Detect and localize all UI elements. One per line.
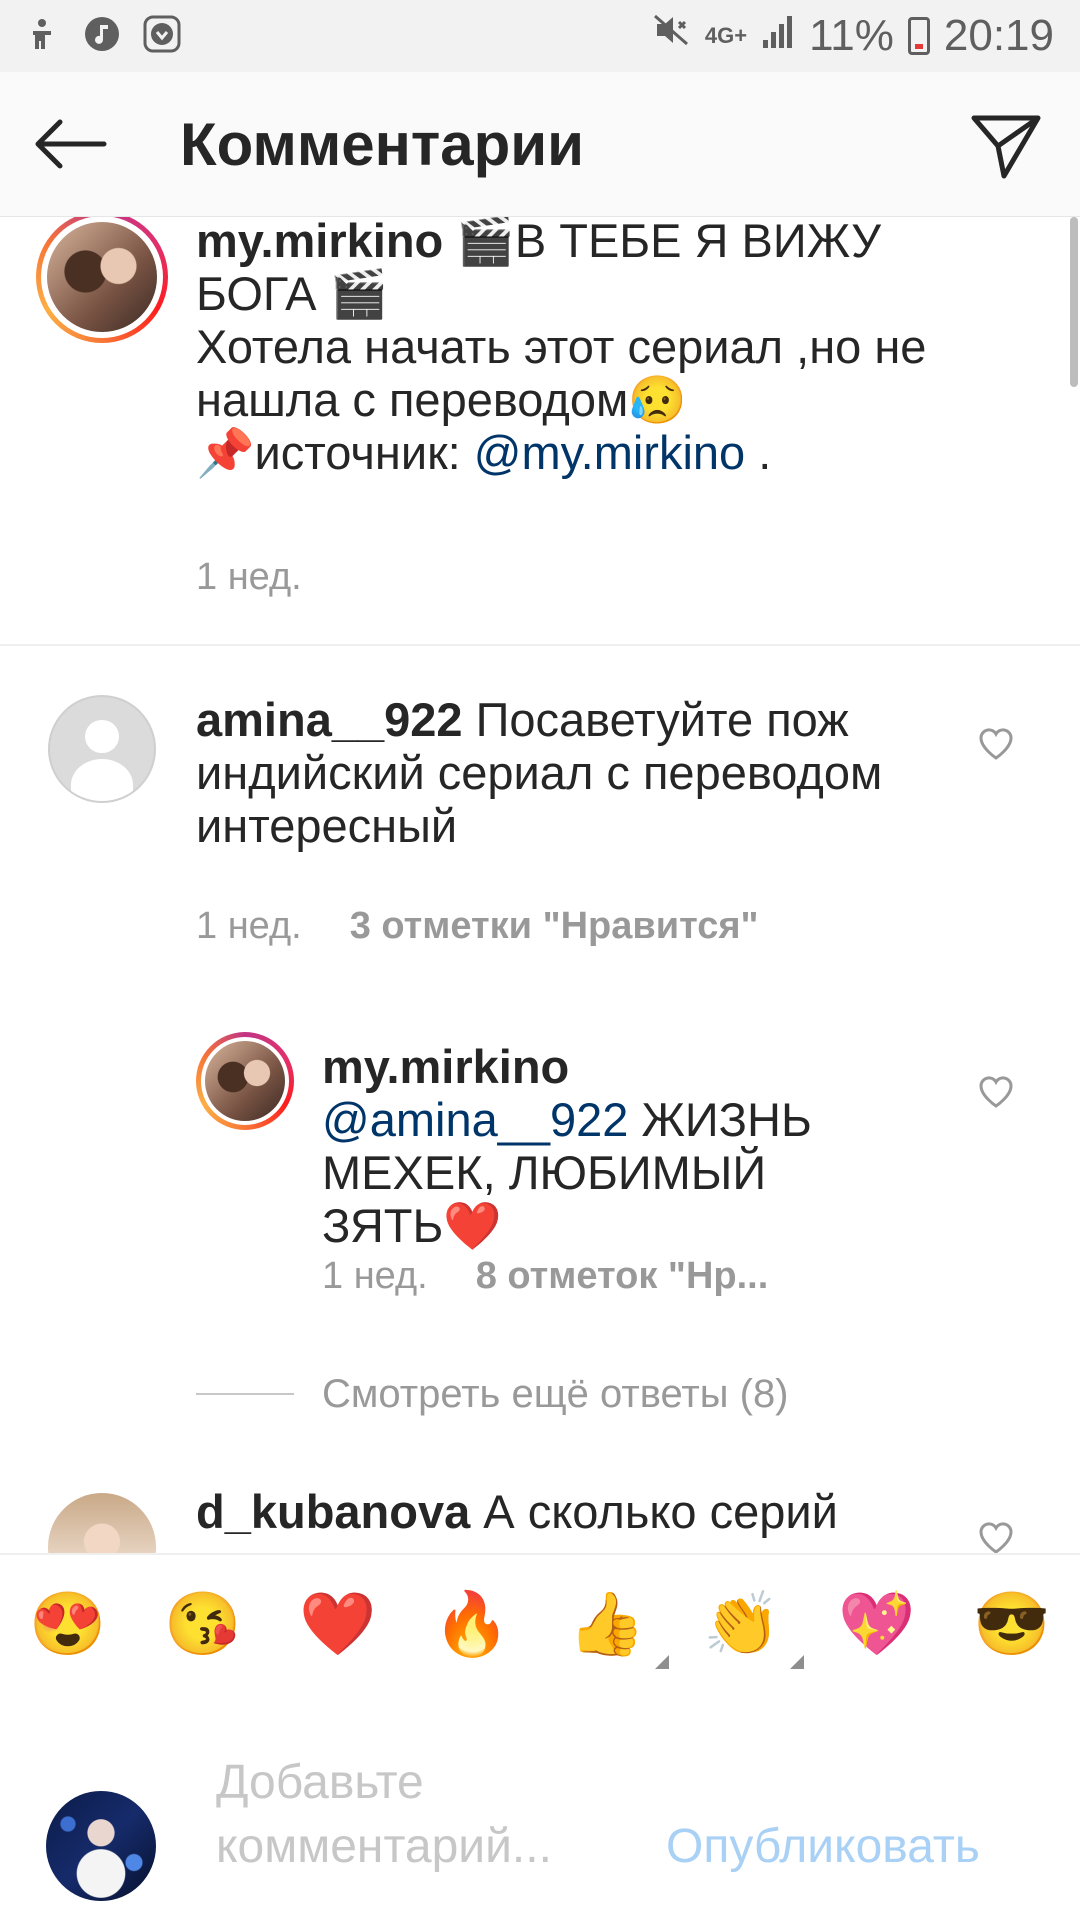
reply-text: my.mirkino @amina__922 ЖИЗНЬ МЕХЕК, ЛЮБИ… [322,1040,882,1252]
comment-composer: Добавьте комментарий... Опубликовать [0,1701,1080,1920]
comment-text: d_kubanova А сколько серий [196,1485,916,1538]
view-more-replies[interactable]: Смотреть ещё ответы (8) [322,1372,789,1417]
heart-icon[interactable] [978,1075,1014,1109]
comment-input[interactable]: Добавьте комментарий... [216,1751,636,1879]
page-title: Комментарии [180,111,585,178]
caption-line3-prefix: 📌источник: [196,426,474,479]
emoji-heart-eyes[interactable]: 😍 [28,1585,108,1665]
avatar[interactable] [48,695,156,803]
status-left-icons [22,14,182,54]
battery-icon [907,16,930,55]
heart-icon[interactable] [978,727,1014,761]
caption-line3-suffix: . [745,426,772,479]
network-type: 4G+ [704,22,748,48]
avatar[interactable] [48,1493,156,1553]
caption-username[interactable]: my.mirkino [196,217,443,267]
avatar[interactable] [196,1032,294,1130]
emoji-clap[interactable]: 👏 [702,1585,804,1669]
comment-time: 1 нед. [196,905,302,947]
emoji-kiss[interactable]: 😘 [163,1585,243,1665]
heart-icon[interactable] [978,1521,1014,1553]
comment-likes[interactable]: 3 отметки "Нравится" [350,905,759,947]
back-arrow-icon[interactable] [30,112,110,176]
reply-time: 1 нед. [322,1255,428,1297]
download-icon [142,14,182,54]
emoji-sparkle-heart[interactable]: 💖 [837,1585,917,1665]
caption-line2: Хотела начать этот сериал ,но не нашла с… [196,320,927,426]
emoji-thumbs-up[interactable]: 👍 [567,1585,669,1669]
comment-username[interactable]: d_kubanova [196,1485,470,1538]
comments-list[interactable]: my.mirkino 🎬В ТЕБЕ Я ВИЖУ БОГА 🎬 Хотела … [0,217,1080,1553]
direct-send-icon[interactable] [968,108,1044,184]
status-right: 4G+ 11% 20:19 [651,10,1054,61]
caption-time: 1 нед. [196,556,302,598]
comment-body: А сколько серий [470,1485,838,1538]
clock: 20:19 [943,10,1054,60]
avatar[interactable] [36,217,168,343]
mute-icon [651,10,691,61]
reply-likes[interactable]: 8 отметок "Нр... [476,1255,769,1297]
reply-meta: 1 нед. 8 отметок "Нр... [322,1255,768,1298]
caption-text: my.mirkino 🎬В ТЕБЕ Я ВИЖУ БОГА 🎬 Хотела … [196,217,996,479]
emoji-sunglasses[interactable]: 😎 [972,1585,1052,1665]
caption-divider [0,644,1080,646]
emoji-heart[interactable]: ❤️ [298,1585,378,1665]
comment-username[interactable]: amina__922 [196,693,463,746]
app-bar: Комментарии [0,72,1080,217]
replies-line [196,1393,294,1395]
reply-username[interactable]: my.mirkino [322,1040,569,1093]
caption-mention[interactable]: @my.mirkino [474,426,745,479]
scrollbar[interactable] [1070,217,1078,387]
signal-icon [761,11,795,61]
music-icon [82,14,122,54]
comment-text: amina__922 Посаветуйте пож индийский сер… [196,693,916,852]
publish-button[interactable]: Опубликовать [666,1819,980,1874]
accessibility-icon [22,14,62,54]
comment-meta: 1 нед. 3 отметки "Нравится" [196,905,759,948]
battery-percent: 11% [809,10,894,60]
emoji-bar: 😍 😘 ❤️ 🔥 👍 👏 💖 😎 [0,1553,1080,1703]
avatar [46,1791,156,1901]
reply-mention[interactable]: @amina__922 [322,1093,628,1146]
emoji-fire[interactable]: 🔥 [432,1585,512,1665]
status-bar: 4G+ 11% 20:19 [0,0,1080,72]
